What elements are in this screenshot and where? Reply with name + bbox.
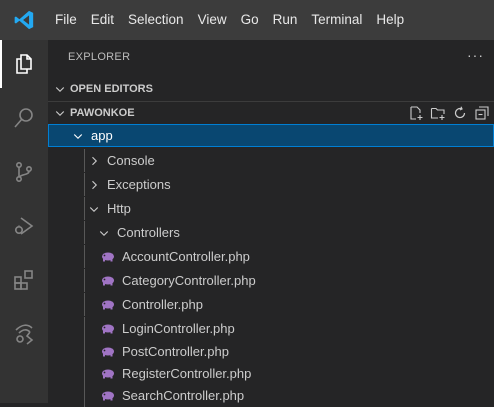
indent-guide xyxy=(84,245,85,268)
chevron-down-icon xyxy=(70,130,86,142)
explorer-icon[interactable] xyxy=(0,40,48,88)
tree-label: AccountController.php xyxy=(122,249,250,264)
open-editors-header[interactable]: OPEN EDITORS xyxy=(48,78,494,100)
chevron-right-icon xyxy=(86,179,102,191)
new-file-icon[interactable] xyxy=(408,105,424,121)
extensions-icon[interactable] xyxy=(0,256,48,304)
indent-guide xyxy=(84,317,85,340)
explorer-sidebar: EXPLORER ··· OPEN EDITORS PAWONKOE app C… xyxy=(48,40,494,407)
php-elephant-icon xyxy=(100,391,116,401)
menu-terminal[interactable]: Terminal xyxy=(304,0,369,40)
php-elephant-icon xyxy=(100,300,116,310)
tree-folder-console[interactable]: Console xyxy=(48,149,494,172)
tree-file-account-controller[interactable]: AccountController.php xyxy=(48,245,494,268)
php-elephant-icon xyxy=(100,252,116,262)
collapse-all-icon[interactable] xyxy=(474,105,490,121)
chevron-down-icon xyxy=(50,83,70,95)
menu-view[interactable]: View xyxy=(191,0,234,40)
chevron-down-icon xyxy=(86,203,102,215)
indent-guide xyxy=(84,173,85,196)
menu-edit[interactable]: Edit xyxy=(84,0,121,40)
php-elephant-icon xyxy=(100,347,116,357)
tree-folder-app[interactable]: app xyxy=(48,124,494,147)
tree-file-register-controller[interactable]: RegisterController.php xyxy=(48,362,494,385)
indent-guide xyxy=(84,269,85,292)
tree-label: Console xyxy=(107,153,155,168)
tree-folder-http[interactable]: Http xyxy=(48,197,494,220)
tree-folder-controllers[interactable]: Controllers xyxy=(48,221,494,244)
indent-guide xyxy=(84,340,85,363)
run-debug-icon[interactable] xyxy=(0,202,48,250)
menu-selection[interactable]: Selection xyxy=(121,0,191,40)
tree-label: RegisterController.php xyxy=(122,366,252,381)
tree-file-category-controller[interactable]: CategoryController.php xyxy=(48,269,494,292)
php-elephant-icon xyxy=(100,276,116,286)
tree-file-controller[interactable]: Controller.php xyxy=(48,293,494,316)
indent-guide xyxy=(84,197,85,220)
menu-run[interactable]: Run xyxy=(266,0,305,40)
tree-file-login-controller[interactable]: LoginController.php xyxy=(48,317,494,340)
workspace-label: PAWONKOE xyxy=(70,107,135,119)
more-actions-button[interactable]: ··· xyxy=(467,40,484,75)
tree-folder-exceptions[interactable]: Exceptions xyxy=(48,173,494,196)
tree-file-search-controller[interactable]: SearchController.php xyxy=(48,384,494,407)
tree-label: app xyxy=(91,128,113,143)
workspace-header[interactable]: PAWONKOE xyxy=(48,101,494,124)
menu-help[interactable]: Help xyxy=(369,0,411,40)
chevron-right-icon xyxy=(86,155,102,167)
chevron-down-icon xyxy=(50,107,70,119)
tree-label: Controller.php xyxy=(122,297,203,312)
indent-guide xyxy=(84,293,85,316)
php-elephant-icon xyxy=(100,324,116,334)
vscode-logo-icon xyxy=(0,0,48,40)
tree-label: Http xyxy=(107,201,131,216)
tree-label: Exceptions xyxy=(107,177,171,192)
refresh-icon[interactable] xyxy=(452,105,468,121)
tree-label: Controllers xyxy=(117,225,180,240)
workspace-actions xyxy=(408,102,490,124)
activity-bar xyxy=(0,40,48,403)
tree-label: SearchController.php xyxy=(122,388,245,403)
tree-label: PostController.php xyxy=(122,344,229,359)
indent-guide xyxy=(84,221,85,244)
indent-guide xyxy=(84,362,85,385)
tree-label: LoginController.php xyxy=(122,321,235,336)
title-menu-bar: File Edit Selection View Go Run Terminal… xyxy=(0,0,494,40)
menu-file[interactable]: File xyxy=(48,0,84,40)
menu-go[interactable]: Go xyxy=(234,0,266,40)
remote-explorer-icon[interactable] xyxy=(0,310,48,358)
tree-file-post-controller[interactable]: PostController.php xyxy=(48,340,494,363)
open-editors-label: OPEN EDITORS xyxy=(70,83,153,95)
new-folder-icon[interactable] xyxy=(430,105,446,121)
tree-label: CategoryController.php xyxy=(122,273,256,288)
source-control-icon[interactable] xyxy=(0,148,48,196)
php-elephant-icon xyxy=(100,369,116,379)
indent-guide xyxy=(84,384,85,407)
explorer-title: EXPLORER xyxy=(68,51,131,63)
chevron-down-icon xyxy=(96,227,112,239)
indent-guide xyxy=(84,149,85,172)
search-icon[interactable] xyxy=(0,94,48,142)
